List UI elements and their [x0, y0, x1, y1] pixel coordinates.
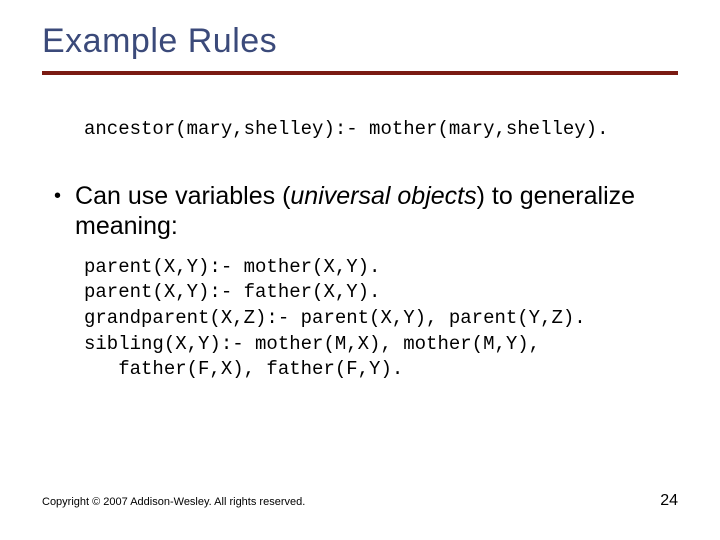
bullet-item: • Can use variables (universal objects) …: [54, 181, 678, 241]
code-block-top: ancestor(mary,shelley):- mother(mary,she…: [84, 117, 678, 143]
bullet-dot-icon: •: [54, 181, 61, 211]
bullet-text: Can use variables (universal objects) to…: [75, 181, 678, 241]
footer: Copyright © 2007 Addison-Wesley. All rig…: [42, 492, 678, 510]
bullet-italic: universal objects: [290, 182, 476, 210]
title-rule: [42, 71, 678, 75]
slide: Example Rules ancestor(mary,shelley):- m…: [0, 0, 720, 540]
bullet-pre: Can use variables (: [75, 182, 290, 210]
code-block-bottom: parent(X,Y):- mother(X,Y). parent(X,Y):-…: [84, 255, 678, 383]
copyright-text: Copyright © 2007 Addison-Wesley. All rig…: [42, 496, 305, 508]
slide-title: Example Rules: [42, 22, 678, 61]
page-number: 24: [660, 492, 678, 510]
